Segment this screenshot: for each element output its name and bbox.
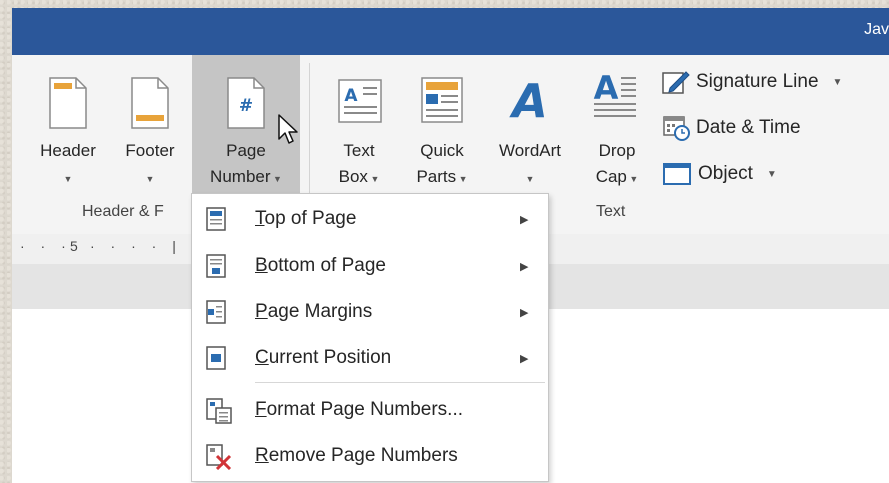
header-button[interactable]: Header ▼ bbox=[30, 55, 106, 203]
page-number-label-line2: Number bbox=[210, 167, 271, 186]
top-of-page-label: op of Page bbox=[264, 208, 357, 229]
page-margins-icon bbox=[206, 300, 226, 324]
date-time-button[interactable]: Date & Time bbox=[662, 111, 801, 145]
wordart-dropdown-arrow: ▼ bbox=[525, 174, 535, 184]
text-box-label-line2: Box bbox=[338, 167, 368, 186]
date-time-label: Date & Time bbox=[696, 117, 801, 138]
submenu-arrow-icon: ▶ bbox=[520, 306, 529, 319]
page-number-dropdown-arrow: ▼ bbox=[270, 174, 282, 184]
ruler-mark: 5 bbox=[70, 238, 78, 254]
remove-page-numbers-accel: R bbox=[255, 445, 269, 466]
svg-text:A: A bbox=[509, 75, 548, 123]
header-label: Header bbox=[40, 141, 96, 160]
menu-separator bbox=[255, 382, 545, 383]
menu-item-remove-page-numbers[interactable]: Remove Page Numbers bbox=[192, 434, 548, 478]
drop-cap-icon: A bbox=[594, 69, 636, 117]
bottom-of-page-label: ottom of Page bbox=[267, 255, 386, 276]
bottom-of-page-accel: B bbox=[255, 255, 268, 276]
text-group-label: Text bbox=[596, 203, 626, 220]
signature-line-dropdown-arrow: ▼ bbox=[832, 76, 843, 88]
object-window-icon bbox=[663, 163, 691, 185]
bottom-of-page-icon bbox=[206, 254, 226, 278]
menu-item-bottom-of-page[interactable]: Bottom of Page ▶ bbox=[192, 244, 548, 288]
header-footer-group-label: Header & F bbox=[82, 203, 164, 220]
text-box-icon: A bbox=[338, 79, 382, 123]
top-of-page-accel: T bbox=[255, 208, 265, 229]
object-label: Object bbox=[698, 163, 753, 184]
format-page-numbers-label: ormat Page Numbers... bbox=[266, 399, 464, 420]
drop-cap-label-line1: Drop bbox=[598, 141, 636, 160]
svg-text:#: # bbox=[239, 96, 253, 116]
svg-text:A: A bbox=[344, 86, 358, 106]
object-dropdown-arrow: ▼ bbox=[766, 168, 777, 180]
submenu-arrow-icon: ▶ bbox=[520, 260, 529, 273]
current-position-label: urrent Position bbox=[268, 347, 392, 368]
quick-parts-dropdown-arrow: ▼ bbox=[456, 174, 468, 184]
header-icon bbox=[49, 77, 87, 129]
submenu-arrow-icon: ▶ bbox=[520, 352, 529, 365]
text-box-button[interactable]: A Text Box ▼ bbox=[326, 55, 392, 203]
title-bar: Jav bbox=[12, 8, 889, 55]
menu-item-format-page-numbers[interactable]: Format Page Numbers... bbox=[192, 388, 548, 432]
wordart-button[interactable]: A WordArt ▼ bbox=[484, 55, 576, 203]
object-button[interactable]: Object ▼ bbox=[662, 157, 777, 191]
remove-page-numbers-label: emove Page Numbers bbox=[268, 445, 458, 466]
menu-item-page-margins[interactable]: Page Margins ▶ bbox=[192, 290, 548, 334]
drop-cap-button[interactable]: A Drop Cap ▼ bbox=[582, 55, 652, 203]
page-number-icon: # bbox=[227, 77, 265, 129]
footer-icon bbox=[131, 77, 169, 129]
page-number-menu: Top of Page ▶ Bottom of Page ▶ Page Marg… bbox=[191, 193, 549, 482]
signature-line-button[interactable]: Signature Line ▼ bbox=[662, 65, 842, 99]
wordart-label: WordArt bbox=[498, 141, 562, 160]
calendar-clock-icon bbox=[663, 116, 690, 141]
ruler-ticks-left: · · · bbox=[20, 238, 72, 254]
svg-text:A: A bbox=[594, 69, 619, 107]
wordart-icon: A bbox=[509, 75, 548, 123]
current-position-icon bbox=[206, 346, 226, 370]
footer-dropdown-arrow: ▼ bbox=[145, 174, 155, 184]
remove-page-numbers-icon bbox=[206, 444, 232, 470]
signature-pen-icon bbox=[662, 71, 690, 94]
mouse-pointer-icon bbox=[278, 114, 298, 144]
text-box-dropdown-arrow: ▼ bbox=[367, 174, 380, 184]
quick-parts-label-line2: Parts bbox=[416, 167, 457, 186]
menu-item-top-of-page[interactable]: Top of Page ▶ bbox=[192, 197, 548, 241]
header-dropdown-arrow: ▼ bbox=[63, 174, 73, 184]
menu-item-current-position[interactable]: Current Position ▶ bbox=[192, 336, 548, 380]
window-title: Jav bbox=[864, 21, 889, 38]
format-page-numbers-accel: F bbox=[255, 399, 267, 420]
footer-label: Footer bbox=[125, 141, 175, 160]
format-page-numbers-icon bbox=[206, 398, 232, 424]
page-margins-accel: P bbox=[255, 301, 268, 322]
page-margins-label: age Margins bbox=[267, 301, 373, 322]
footer-button[interactable]: Footer ▼ bbox=[112, 55, 188, 203]
signature-line-label: Signature Line bbox=[696, 71, 819, 92]
quick-parts-icon bbox=[421, 77, 463, 123]
drop-cap-label-line2: Cap bbox=[595, 167, 627, 186]
top-of-page-icon bbox=[206, 207, 226, 231]
quick-parts-label-line1: Quick bbox=[420, 141, 464, 160]
current-position-accel: C bbox=[255, 347, 269, 368]
page-number-label-line1: Page bbox=[226, 141, 266, 160]
drop-cap-dropdown-arrow: ▼ bbox=[626, 174, 639, 184]
submenu-arrow-icon: ▶ bbox=[520, 213, 529, 226]
text-box-label-line1: Text bbox=[343, 141, 375, 160]
ruler-ticks-right: · · · · | bbox=[90, 238, 182, 254]
quick-parts-button[interactable]: Quick Parts ▼ bbox=[404, 55, 480, 203]
